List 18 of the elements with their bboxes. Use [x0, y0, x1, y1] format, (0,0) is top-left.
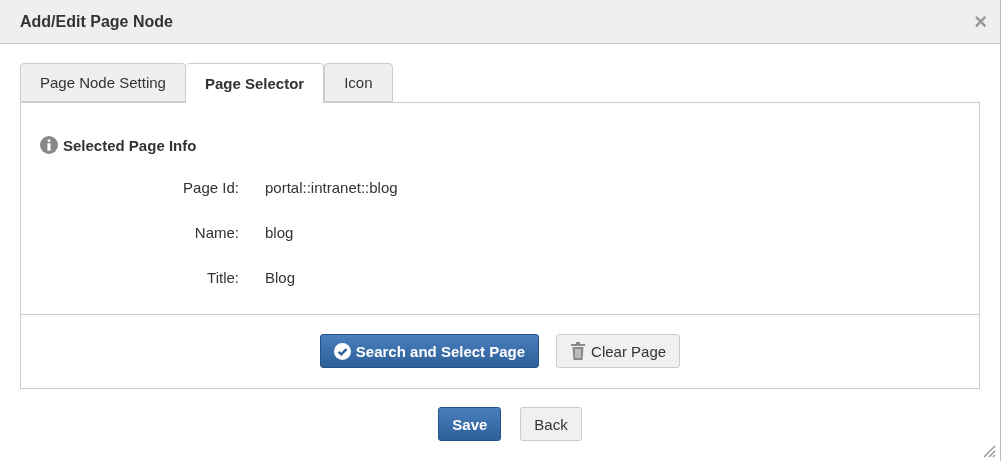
field-value: Blog	[265, 268, 297, 288]
tab[interactable]: Page Selector	[185, 63, 325, 103]
save-button[interactable]: Save	[438, 407, 502, 441]
trash-icon	[570, 342, 587, 360]
info-icon	[40, 136, 58, 154]
field-label: Page Id:	[182, 178, 239, 198]
field-value: blog	[265, 223, 295, 243]
field-label: Name:	[193, 223, 239, 243]
search-select-button[interactable]: Search and Select Page	[319, 334, 540, 368]
back-button[interactable]: Back	[520, 407, 582, 441]
clear-button[interactable]: Clear Page	[556, 334, 681, 368]
section-title: Selected Page Info	[63, 136, 197, 154]
check-circle-icon	[333, 342, 351, 360]
field-label: Title:	[206, 268, 239, 288]
tab[interactable]: Icon	[324, 63, 393, 102]
field-value: portal::intranet::blog	[265, 178, 398, 198]
window-title: Add/Edit Page Node	[20, 12, 173, 31]
tab[interactable]: Page Node Setting	[20, 63, 186, 102]
